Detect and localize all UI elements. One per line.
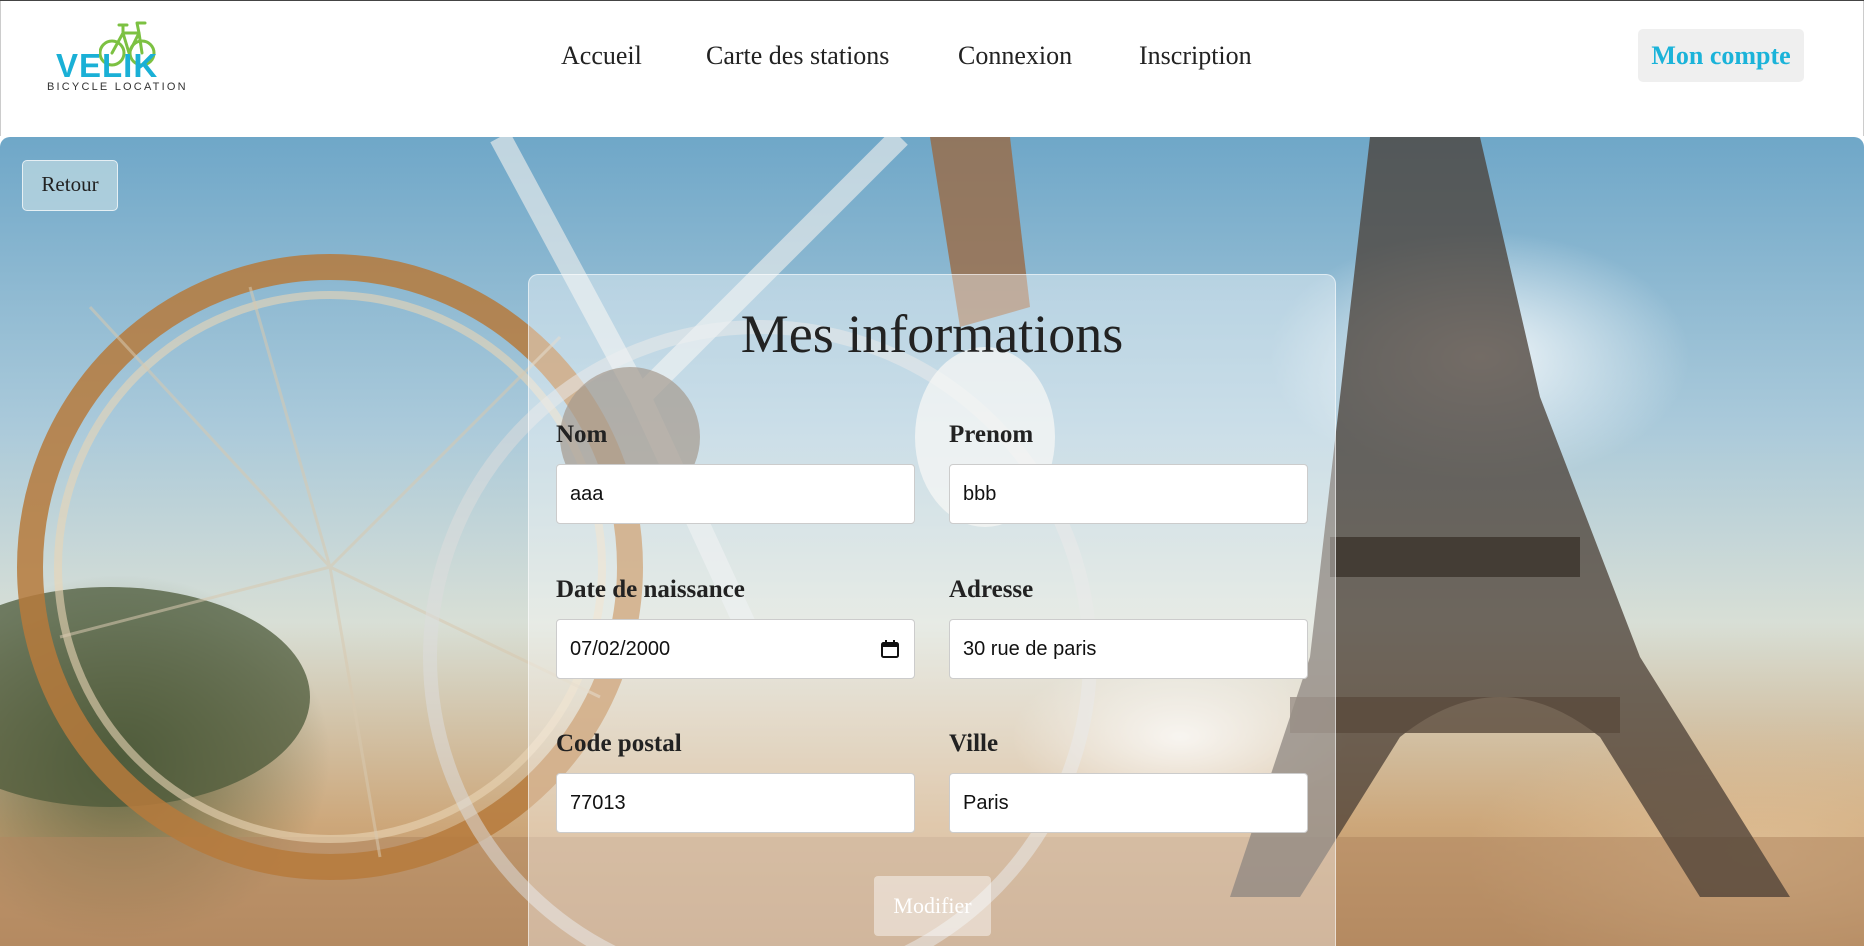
hero-background: Retour Mes informations Nom aaa Prenom b… [0, 137, 1864, 946]
prenom-input[interactable]: bbb [949, 464, 1308, 524]
ville-input[interactable]: Paris [949, 773, 1308, 833]
prenom-label: Prenom [949, 421, 1034, 448]
modifier-button[interactable]: Modifier [874, 876, 991, 936]
site-header: VELIK BICYCLE LOCATION Accueil Carte des… [0, 1, 1864, 136]
calendar-icon[interactable] [880, 639, 900, 659]
brand-name: VELIK [56, 47, 159, 84]
back-button[interactable]: Retour [22, 160, 118, 211]
naissance-date-input[interactable]: 07/02/2000 [556, 619, 915, 679]
nav-link-connexion[interactable]: Connexion [958, 41, 1072, 71]
account-info-form: Mes informations Nom aaa Prenom bbb Date… [528, 274, 1336, 946]
nom-label: Nom [556, 421, 608, 448]
nom-input[interactable]: aaa [556, 464, 915, 524]
nav-link-carte-des-stations[interactable]: Carte des stations [706, 41, 889, 71]
nav-link-accueil[interactable]: Accueil [561, 41, 642, 71]
account-button[interactable]: Mon compte [1638, 29, 1804, 82]
adresse-input[interactable]: 30 rue de paris [949, 619, 1308, 679]
brand-tagline: BICYCLE LOCATION [47, 81, 188, 93]
adresse-label: Adresse [949, 576, 1034, 603]
form-title: Mes informations [740, 304, 1124, 364]
naissance-label: Date de naissance [556, 576, 745, 603]
code-postal-input[interactable]: 77013 [556, 773, 915, 833]
code-postal-label: Code postal [556, 730, 682, 757]
nav-link-inscription[interactable]: Inscription [1139, 41, 1252, 71]
naissance-date-value: 07/02/2000 [570, 638, 671, 660]
brand-logo[interactable]: VELIK BICYCLE LOCATION [45, 19, 195, 97]
ville-label: Ville [949, 730, 999, 757]
